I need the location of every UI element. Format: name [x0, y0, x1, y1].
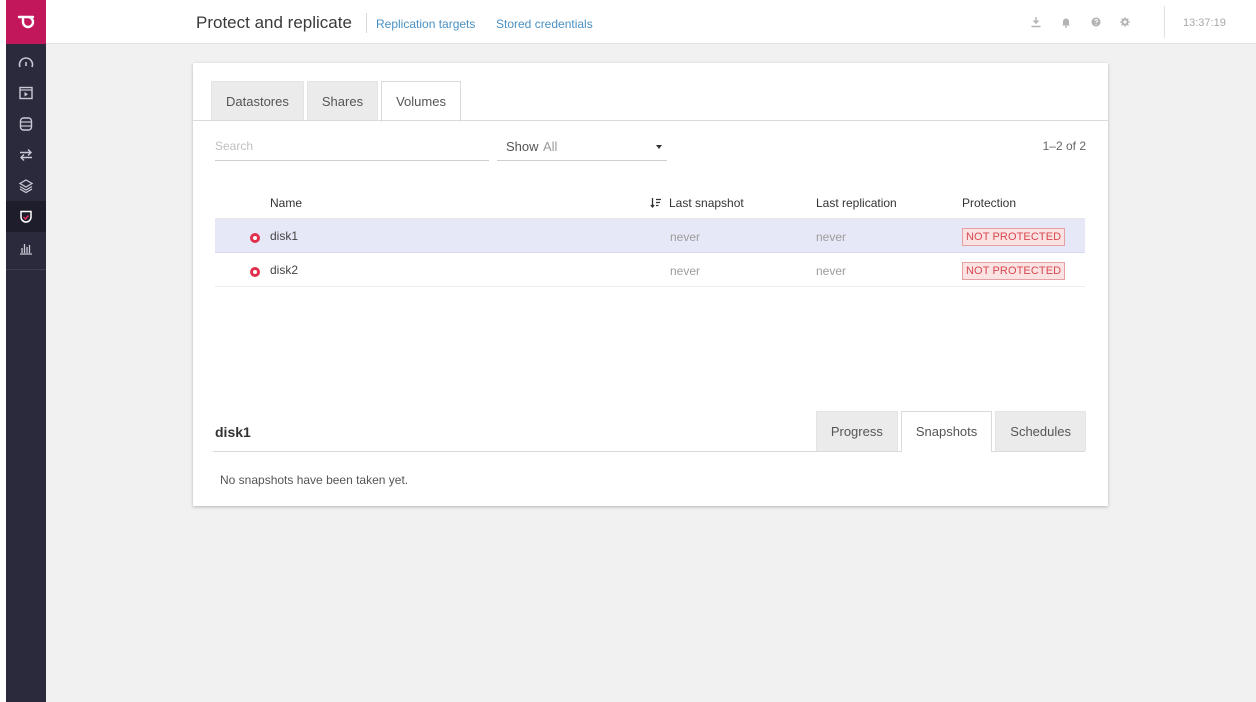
detail-tabs: Progress Snapshots Schedules — [813, 411, 1086, 452]
sidebar-item-protect[interactable] — [6, 201, 46, 232]
clock: 13:37:19 — [1183, 17, 1226, 29]
last-replication-value: never — [816, 230, 847, 244]
dashboard-icon — [18, 56, 34, 67]
sort-icon[interactable] — [650, 196, 662, 210]
tab-progress[interactable]: Progress — [815, 411, 898, 451]
main-content: Datastores Shares Volumes Show All 1–2 o… — [46, 44, 1256, 702]
column-last-replication[interactable]: Last replication — [816, 196, 897, 210]
shield-icon — [20, 210, 32, 223]
table-row[interactable]: disk2 never never NOT PROTECTED — [215, 253, 1085, 287]
search-input[interactable] — [215, 133, 489, 153]
search-field — [215, 133, 489, 161]
stats-icon — [20, 243, 32, 255]
chevron-down-icon — [656, 145, 662, 149]
gear-icon[interactable] — [1119, 15, 1131, 33]
pagination-count: 1–2 of 2 — [1042, 139, 1086, 153]
table-header: Name Last snapshot Last replication Prot… — [215, 183, 1085, 219]
tab-volumes[interactable]: Volumes — [381, 81, 461, 122]
sidebar-item-stats[interactable] — [6, 232, 46, 263]
clock-divider — [1164, 6, 1165, 38]
tab-schedules[interactable]: Schedules — [995, 411, 1086, 451]
column-last-snapshot[interactable]: Last snapshot — [669, 196, 744, 210]
replication-targets-link[interactable]: Replication targets — [376, 17, 475, 31]
page-title: Protect and replicate — [196, 13, 352, 32]
tabs-underline — [193, 120, 1108, 121]
sidebar-item-dashboard[interactable] — [6, 46, 46, 77]
column-name[interactable]: Name — [270, 196, 302, 210]
tab-snapshots[interactable]: Snapshots — [900, 411, 993, 452]
tab-shares[interactable]: Shares — [306, 81, 379, 121]
last-snapshot-value: never — [670, 230, 701, 244]
status-dot-icon — [250, 267, 260, 277]
sidebar-item-vms[interactable] — [6, 77, 46, 108]
layers-icon — [18, 178, 34, 193]
column-protection[interactable]: Protection — [962, 196, 1016, 210]
sidebar-item-replication[interactable] — [6, 139, 46, 170]
detail-title: disk1 — [215, 424, 251, 440]
volume-name: disk2 — [270, 263, 299, 277]
sidebar-nav — [6, 44, 46, 270]
top-bar: Protect and replicate Replication target… — [46, 0, 1256, 44]
logo-icon[interactable] — [6, 0, 46, 44]
table-row[interactable]: disk1 never never NOT PROTECTED — [215, 219, 1085, 253]
title-divider — [366, 13, 367, 33]
protection-status-badge: NOT PROTECTED — [962, 228, 1066, 246]
volumes-card: Datastores Shares Volumes Show All 1–2 o… — [193, 63, 1108, 506]
stored-credentials-link[interactable]: Stored credentials — [496, 17, 593, 31]
last-snapshot-value: never — [670, 264, 701, 278]
show-value: All — [543, 139, 558, 154]
storage-icon — [19, 116, 33, 131]
status-dot-icon — [250, 233, 260, 243]
sidebar-item-storage[interactable] — [6, 108, 46, 139]
sidebar-item-layers[interactable] — [6, 170, 46, 201]
protection-status-badge: NOT PROTECTED — [962, 262, 1066, 280]
show-filter-select[interactable]: Show All — [497, 133, 667, 161]
tab-datastores[interactable]: Datastores — [211, 81, 304, 121]
download-icon[interactable] — [1030, 15, 1042, 33]
last-replication-value: never — [816, 264, 847, 278]
show-label: Show — [506, 139, 539, 154]
bell-icon[interactable] — [1060, 15, 1072, 33]
empty-snapshots-message: No snapshots have been taken yet. — [220, 473, 409, 487]
help-icon[interactable] — [1090, 15, 1102, 33]
transfer-icon — [20, 148, 32, 161]
volume-name: disk1 — [270, 229, 299, 243]
resource-tabs: Datastores Shares Volumes — [211, 81, 464, 122]
sidebar — [6, 0, 46, 702]
vm-icon — [19, 86, 33, 99]
